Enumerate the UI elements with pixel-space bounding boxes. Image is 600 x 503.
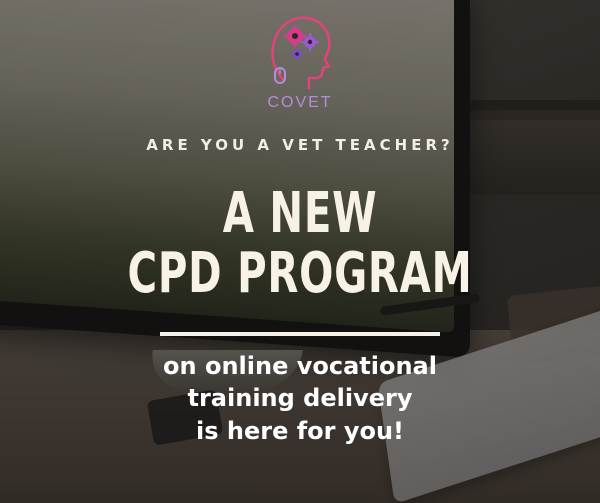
kicker-question: ARE YOU A VET TEACHER? bbox=[146, 136, 454, 154]
tagline: on online vocational training delivery i… bbox=[0, 350, 600, 447]
tagline-line-2: training delivery bbox=[187, 384, 413, 413]
logo-text: COVET bbox=[267, 94, 333, 111]
covet-logo: COVET bbox=[260, 10, 340, 120]
tagline-line-1: on online vocational bbox=[163, 352, 437, 380]
divider bbox=[160, 332, 440, 336]
headline: A NEW CPD PROGRAM bbox=[0, 186, 600, 302]
head-with-gears-icon bbox=[271, 16, 331, 90]
promo-banner: COVET ARE YOU A VET TEACHER? A NEW CPD P… bbox=[0, 0, 600, 503]
headline-line-1: A NEW bbox=[222, 181, 378, 246]
tagline-line-3: is here for you! bbox=[196, 416, 404, 445]
headline-line-2: CPD PROGRAM bbox=[127, 241, 473, 306]
